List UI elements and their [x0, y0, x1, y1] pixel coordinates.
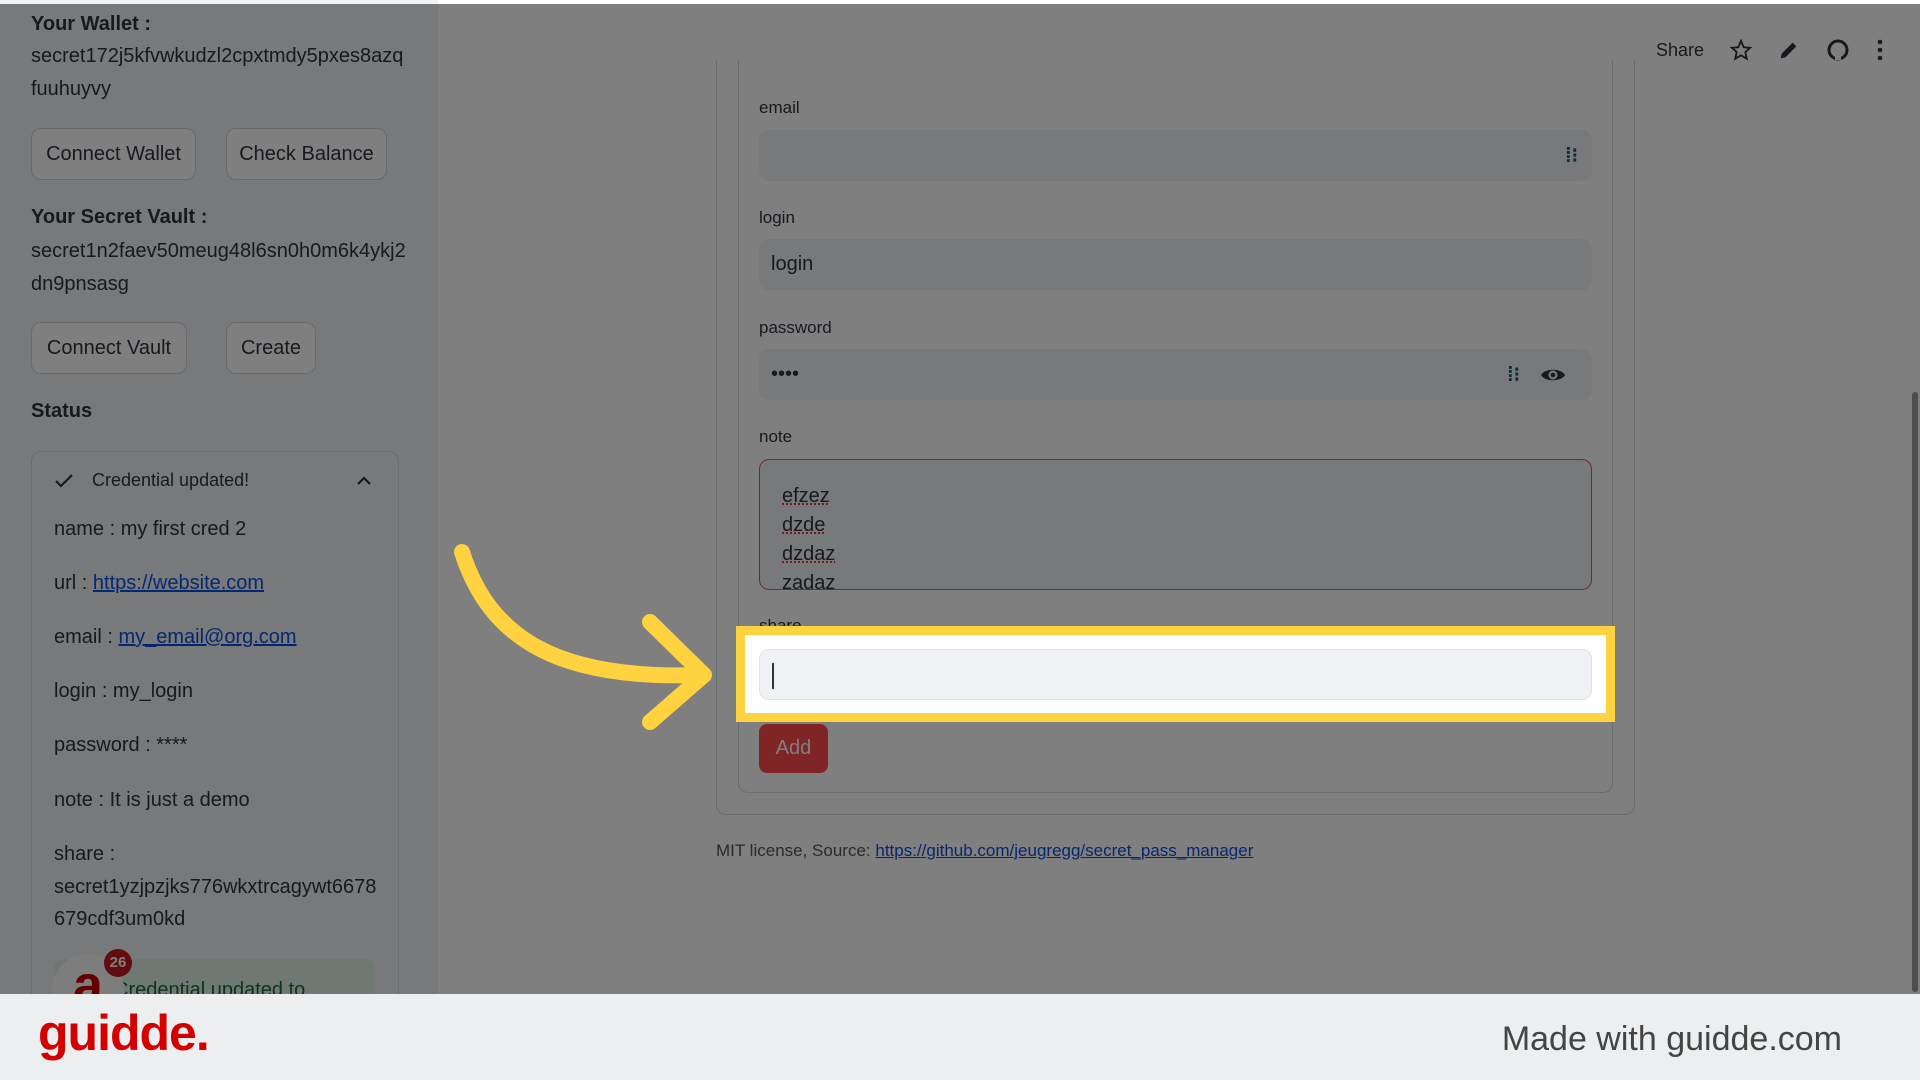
arrow-pointer-icon	[454, 544, 712, 730]
highlight-box	[736, 626, 1615, 722]
made-with-text: Made with guidde.com	[1501, 1020, 1842, 1058]
guidde-logo: guidde.	[38, 1005, 210, 1061]
share-input[interactable]	[759, 649, 1592, 700]
text-caret	[772, 663, 774, 689]
dim-overlay	[0, 4, 1920, 994]
